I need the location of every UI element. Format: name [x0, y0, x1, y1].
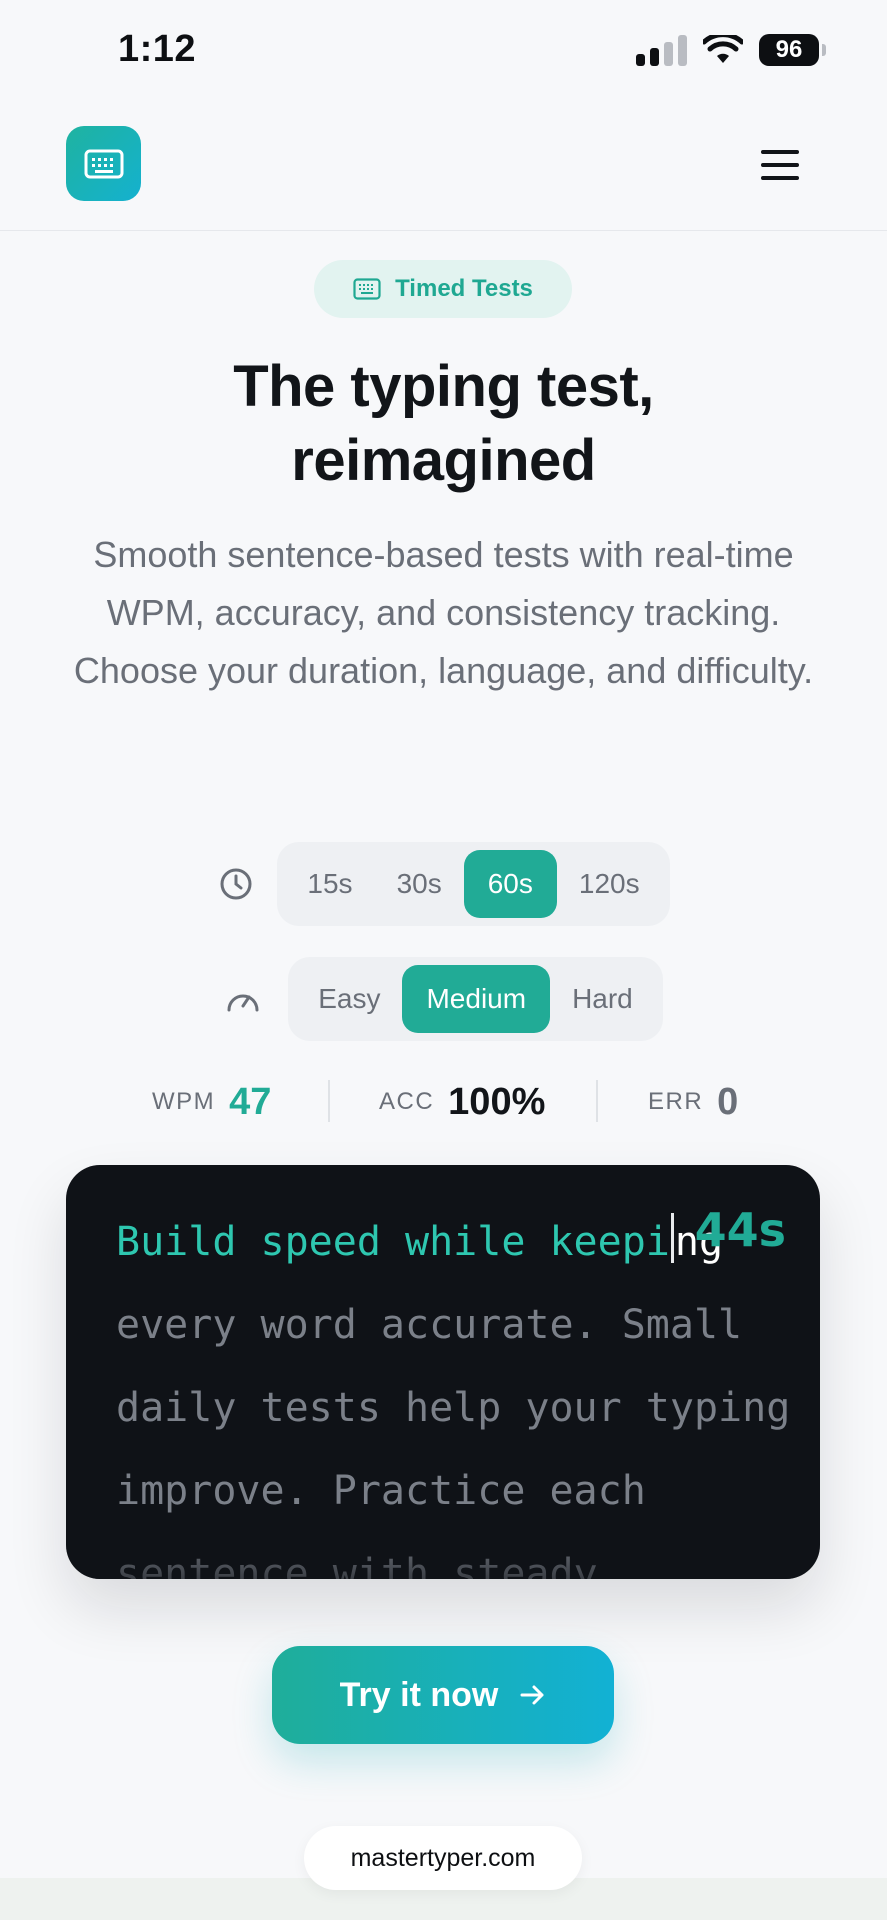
stat-accuracy: ACC 100% — [379, 1076, 545, 1128]
duration-row: 15s 30s 60s 120s — [0, 842, 887, 926]
difficulty-option-easy[interactable]: Easy — [296, 965, 402, 1033]
app-header — [0, 104, 887, 231]
signal-icon — [636, 34, 687, 66]
text-cursor — [670, 1213, 674, 1263]
arrow-right-icon — [520, 1685, 544, 1705]
difficulty-row: Easy Medium Hard — [0, 957, 887, 1041]
title-line-2: reimagined — [291, 428, 596, 493]
typed-text: Build speed while keepi — [116, 1219, 670, 1265]
err-value: 0 — [717, 1080, 739, 1123]
duration-selector: 15s 30s 60s 120s — [277, 842, 670, 926]
battery-indicator: 96 — [759, 34, 826, 66]
keyboard-icon — [353, 278, 381, 300]
hamburger-icon — [761, 150, 799, 154]
try-it-now-button[interactable]: Try it now — [272, 1646, 614, 1744]
duration-option-15s[interactable]: 15s — [285, 850, 374, 918]
duration-option-60s[interactable]: 60s — [463, 850, 557, 918]
menu-button[interactable] — [761, 150, 799, 180]
stats-divider — [596, 1080, 598, 1122]
status-bar: 1:12 96 — [0, 0, 887, 104]
url-bar[interactable]: mastertyper.com — [304, 1826, 582, 1890]
title-line-1: The typing test, — [233, 354, 654, 419]
stats-row: WPM 47 ACC 100% ERR 0 — [0, 1076, 887, 1128]
err-label: ERR — [648, 1088, 704, 1115]
wpm-value: 47 — [229, 1080, 272, 1123]
badge-label: Timed Tests — [395, 275, 533, 302]
wifi-icon — [703, 35, 743, 63]
clock-icon — [220, 868, 252, 900]
cta-label: Try it now — [339, 1675, 499, 1714]
wpm-label: WPM — [152, 1088, 216, 1115]
logo[interactable] — [66, 126, 141, 201]
hero-subtitle: Smooth sentence-based tests with real-ti… — [73, 534, 814, 691]
difficulty-option-medium[interactable]: Medium — [402, 965, 551, 1033]
duration-option-120s[interactable]: 120s — [557, 850, 662, 918]
difficulty-selector: Easy Medium Hard — [288, 957, 663, 1041]
typing-test-area[interactable]: Build speed while keepi ng every word acc… — [66, 1165, 820, 1579]
page-title: The typing test, reimagined — [0, 350, 887, 498]
section-badge: Timed Tests — [314, 260, 572, 318]
acc-value: 100% — [448, 1080, 546, 1123]
keyboard-icon — [84, 149, 123, 178]
stat-errors: ERR 0 — [648, 1076, 738, 1128]
duration-option-30s[interactable]: 30s — [375, 850, 464, 918]
status-time: 1:12 — [118, 28, 197, 70]
difficulty-option-hard[interactable]: Hard — [550, 965, 655, 1033]
acc-label: ACC — [379, 1088, 435, 1115]
countdown-timer: 44s — [694, 1203, 786, 1257]
typing-text: Build speed while keepi ng every word acc… — [116, 1201, 806, 1579]
stats-divider — [328, 1080, 330, 1122]
text-fade — [66, 1529, 820, 1579]
gauge-icon — [227, 994, 259, 1012]
stat-wpm: WPM 47 — [152, 1076, 271, 1128]
status-icons: 96 — [636, 34, 826, 66]
page: 1:12 96 Timed Tests The typing test, rei… — [0, 0, 887, 1920]
